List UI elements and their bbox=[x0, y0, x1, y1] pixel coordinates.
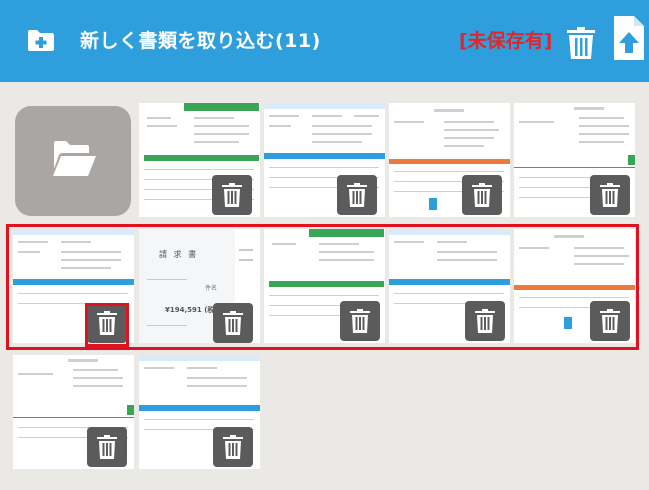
trash-icon bbox=[97, 435, 117, 459]
delete-document-button[interactable] bbox=[213, 427, 253, 467]
open-folder-button[interactable] bbox=[15, 106, 131, 216]
trash-icon bbox=[223, 435, 243, 459]
trash-icon bbox=[350, 309, 370, 333]
file-upload-icon[interactable] bbox=[612, 16, 644, 60]
delete-document-button[interactable] bbox=[87, 303, 127, 343]
document-thumbnail[interactable] bbox=[139, 355, 260, 469]
delete-document-button[interactable] bbox=[465, 301, 505, 341]
document-thumbnail[interactable] bbox=[264, 103, 385, 217]
trash-icon bbox=[222, 183, 242, 207]
delete-document-button[interactable] bbox=[212, 175, 252, 215]
trash-icon bbox=[600, 183, 620, 207]
page-title: 新しく書類を取り込む(11) bbox=[80, 30, 321, 52]
document-thumbnail[interactable] bbox=[514, 229, 635, 343]
document-thumbnail[interactable] bbox=[13, 355, 134, 469]
trash-icon bbox=[97, 311, 117, 335]
document-thumbnail[interactable] bbox=[13, 229, 134, 343]
trash-icon bbox=[600, 309, 620, 333]
delete-document-button[interactable] bbox=[337, 175, 377, 215]
folder-open-icon bbox=[53, 141, 96, 176]
delete-document-button[interactable] bbox=[340, 301, 380, 341]
trash-icon[interactable] bbox=[566, 27, 596, 59]
app-header: 新しく書類を取り込む(11) [未保存有] bbox=[0, 0, 649, 82]
document-thumbnail[interactable] bbox=[264, 229, 385, 343]
invoice-subject-label: 件名 bbox=[205, 285, 218, 292]
document-thumbnail-selected[interactable]: 請 求 書 件名 ¥194,591 (税込) bbox=[139, 229, 260, 343]
trash-icon bbox=[475, 309, 495, 333]
delete-document-button[interactable] bbox=[213, 303, 253, 343]
delete-document-button[interactable] bbox=[590, 301, 630, 341]
unsaved-status-label: [未保存有] bbox=[459, 30, 553, 52]
folder-plus-icon[interactable] bbox=[26, 28, 56, 52]
delete-document-button[interactable] bbox=[590, 175, 630, 215]
trash-icon bbox=[223, 311, 243, 335]
trash-icon bbox=[347, 183, 367, 207]
delete-document-button[interactable] bbox=[87, 427, 127, 467]
document-thumbnail[interactable] bbox=[389, 229, 510, 343]
document-thumbnail[interactable] bbox=[139, 103, 260, 217]
document-thumbnail[interactable] bbox=[514, 103, 635, 217]
invoice-heading: 請 求 書 bbox=[159, 250, 199, 259]
document-thumbnail[interactable] bbox=[389, 103, 510, 217]
trash-icon bbox=[472, 183, 492, 207]
delete-document-button[interactable] bbox=[462, 175, 502, 215]
